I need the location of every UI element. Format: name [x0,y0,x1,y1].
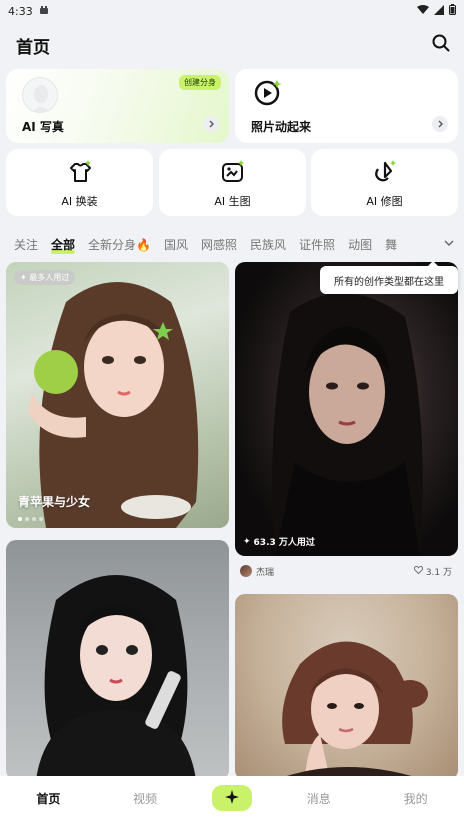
header: 首页 [0,30,464,60]
portrait-image [36,575,196,780]
chevron-right-icon [432,116,448,132]
avatar [240,565,252,577]
nav-profile[interactable]: 我的 [386,790,446,807]
card-meta-row: 杰瑞 3.1 万 [240,563,452,579]
notification-icon [39,5,49,18]
tabs-expand-button[interactable] [418,232,464,256]
category-tabs: 关注 全部 全新分身🔥 国风 网感照 民族风 证件照 动图 舞 [0,232,464,256]
tab-web-style[interactable]: 网感照 [201,236,237,253]
like-button[interactable]: 3.1 万 [413,565,452,578]
nav-home[interactable]: 首页 [18,790,78,807]
portrait-image [275,641,428,780]
users-count-badge: ✦ 63.3 万人用过 [243,535,315,549]
card-title: 青苹果与少女 [18,495,91,509]
tab-follow[interactable]: 关注 [14,236,38,253]
feed-card[interactable] [235,594,458,780]
chevron-right-icon [203,116,219,132]
most-used-badge: ✦ 最多人用过 [14,270,76,285]
feed-card[interactable]: ✦ 63.3 万人用过 [235,262,458,556]
sparkle-icon: ✦ [20,273,27,282]
nav-video[interactable]: 视频 [115,790,175,807]
feed-card[interactable] [6,540,229,780]
ai-image-gen-label: AI 生图 [214,195,251,208]
search-icon[interactable] [432,34,450,56]
signal-icon [434,4,444,18]
like-count: 3.1 万 [425,567,452,578]
sparkle-icon [224,789,239,807]
avatar-silhouette-icon [22,77,58,113]
carousel-dot [39,517,43,521]
tab-animated[interactable]: 动图 [348,236,372,253]
page-title: 首页 [16,37,50,58]
ai-retouch-card[interactable]: AI 修图 [311,149,458,216]
tooltip: 所有的创作类型都在这里 [320,261,458,294]
create-clone-badge: 创建分身 [179,75,221,90]
ai-image-gen-card[interactable]: AI 生图 [159,149,306,216]
carousel-dot [25,517,29,521]
carousel-dot [18,517,22,521]
ai-outfit-label: AI 换装 [61,195,98,208]
create-button[interactable] [211,785,252,811]
photo-animate-card[interactable]: 照片动起来 [235,69,458,143]
home-indicator [0,820,464,825]
status-time: 4:33 [8,4,33,18]
photo-animate-label: 照片动起来 [251,120,312,134]
heart-icon [413,565,423,577]
author-name: 杰瑞 [256,567,275,578]
tab-all[interactable]: 全部 [51,236,76,254]
sparkle-icon: ✦ [243,536,251,547]
ai-retouch-label: AI 修图 [366,195,403,208]
tab-ethnic[interactable]: 民族风 [250,236,286,253]
nav-messages[interactable]: 消息 [289,790,349,807]
retouch-icon [372,159,398,185]
bottom-nav: 首页 视频 消息 我的 [0,776,464,820]
feed-card[interactable]: ✦ 最多人用过 青苹果与少女 [6,262,229,528]
wifi-icon [417,4,429,18]
tab-guofeng[interactable]: 国风 [164,236,188,253]
ai-photo-label: AI 写真 [22,120,64,134]
tab-new-clone-label: 全新分身 [88,237,137,252]
battery-icon [449,4,456,18]
image-gen-icon [220,159,246,185]
carousel-dots [18,517,43,521]
most-used-label: 最多人用过 [29,273,70,282]
portrait-image [28,282,199,528]
author[interactable]: 杰瑞 [240,565,274,578]
status-bar: 4:33 [0,0,464,22]
shirt-icon [67,159,93,185]
tab-id-photo[interactable]: 证件照 [299,236,335,253]
users-count-label: 63.3 万人用过 [253,538,315,548]
carousel-dot [32,517,36,521]
chevron-down-icon [444,237,454,251]
portrait-image [272,293,423,556]
ai-photo-card[interactable]: 创建分身 AI 写真 [6,69,229,143]
ai-outfit-card[interactable]: AI 换装 [6,149,153,216]
tab-new-clone[interactable]: 全新分身🔥 [88,236,151,253]
fire-icon: 🔥 [136,237,151,252]
play-circle-icon [253,77,283,111]
tab-dance[interactable]: 舞 [385,236,397,253]
